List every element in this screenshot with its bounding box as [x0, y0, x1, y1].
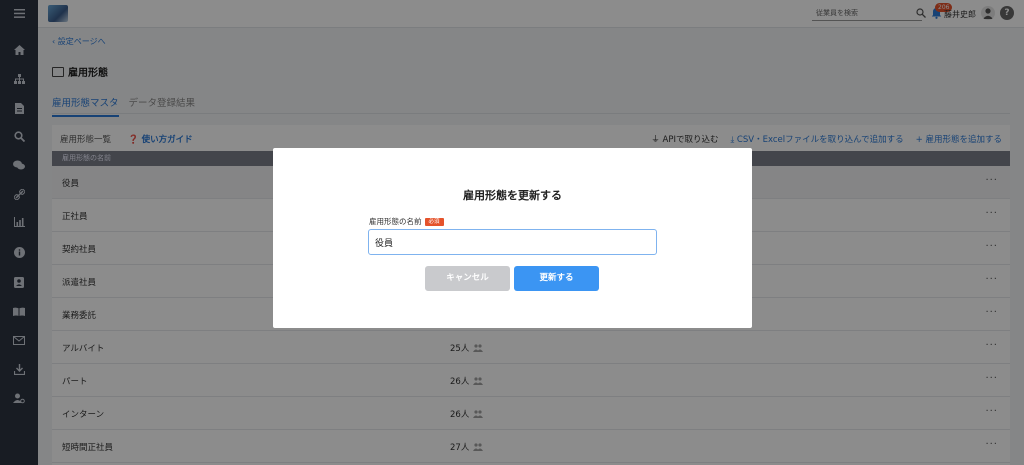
field-label: 雇用形態の名前 必須	[369, 216, 444, 227]
employment-type-name-input[interactable]	[368, 229, 657, 255]
field-label-text: 雇用形態の名前	[369, 217, 422, 226]
cancel-button[interactable]: キャンセル	[425, 266, 510, 291]
required-badge: 必須	[424, 217, 444, 226]
update-employment-type-dialog: 雇用形態を更新する 雇用形態の名前 必須 キャンセル 更新する	[273, 148, 752, 328]
update-button[interactable]: 更新する	[514, 266, 599, 291]
dialog-title: 雇用形態を更新する	[463, 189, 562, 202]
